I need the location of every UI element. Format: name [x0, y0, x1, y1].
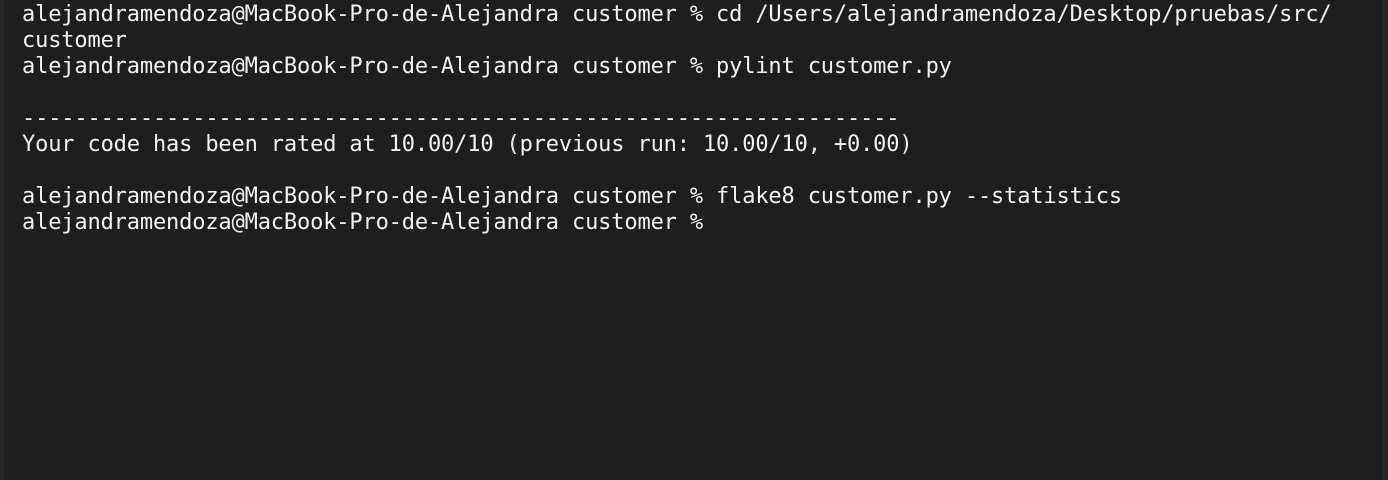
terminal-line-flake8-command: alejandramendoza@MacBook-Pro-de-Alejandr… — [22, 184, 1122, 209]
terminal-line-separator: ----------------------------------------… — [22, 106, 900, 131]
terminal-line-pylint-command: alejandramendoza@MacBook-Pro-de-Alejandr… — [22, 54, 952, 79]
terminal-line-pylint-rating: Your code has been rated at 10.00/10 (pr… — [22, 132, 913, 157]
terminal-window[interactable]: alejandramendoza@MacBook-Pro-de-Alejandr… — [0, 0, 1388, 480]
terminal-line-current-prompt[interactable]: alejandramendoza@MacBook-Pro-de-Alejandr… — [22, 210, 716, 236]
terminal-line-cd-wrap: customer — [22, 28, 127, 53]
terminal-line-cd-command: alejandramendoza@MacBook-Pro-de-Alejandr… — [22, 2, 1332, 27]
